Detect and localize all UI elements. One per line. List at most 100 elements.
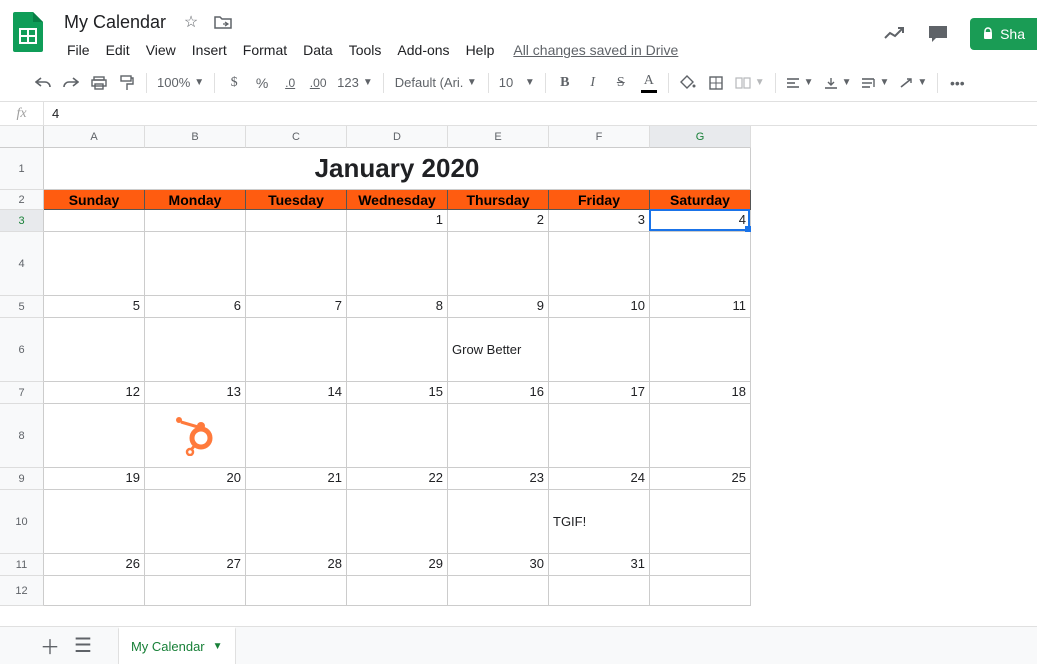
day-header-thursday[interactable]: Thursday xyxy=(448,190,549,210)
date-cell[interactable]: 31 xyxy=(549,554,650,576)
row-header-7[interactable]: 7 xyxy=(0,382,44,404)
date-cell[interactable]: 17 xyxy=(549,382,650,404)
bold-button[interactable]: B xyxy=(552,70,578,96)
content-cell[interactable] xyxy=(145,318,246,382)
menu-view[interactable]: View xyxy=(139,38,183,62)
borders-button[interactable] xyxy=(703,70,729,96)
calendar-title-cell[interactable]: January 2020 xyxy=(44,148,751,190)
content-cell[interactable] xyxy=(145,576,246,606)
date-cell[interactable]: 9 xyxy=(448,296,549,318)
col-header-C[interactable]: C xyxy=(246,126,347,148)
date-cell[interactable]: 23 xyxy=(448,468,549,490)
halign-dropdown[interactable]: ▼ xyxy=(782,70,818,96)
date-cell[interactable]: 18 xyxy=(650,382,751,404)
menu-tools[interactable]: Tools xyxy=(342,38,389,62)
menu-edit[interactable]: Edit xyxy=(99,38,137,62)
date-cell[interactable]: 10 xyxy=(549,296,650,318)
row-header-5[interactable]: 5 xyxy=(0,296,44,318)
date-cell[interactable]: 13 xyxy=(145,382,246,404)
currency-button[interactable]: $ xyxy=(221,70,247,96)
content-cell[interactable] xyxy=(650,318,751,382)
row-header-9[interactable]: 9 xyxy=(0,468,44,490)
date-cell[interactable]: 2 xyxy=(448,210,549,232)
content-cell[interactable] xyxy=(650,404,751,468)
font-size-dropdown[interactable]: 10▼ xyxy=(495,70,539,96)
content-cell[interactable] xyxy=(246,404,347,468)
row-header-1[interactable]: 1 xyxy=(0,148,44,190)
date-cell[interactable]: 1 xyxy=(347,210,448,232)
content-cell[interactable] xyxy=(650,490,751,554)
content-cell[interactable]: TGIF! xyxy=(549,490,650,554)
col-header-A[interactable]: A xyxy=(44,126,145,148)
fx-icon[interactable]: fx xyxy=(0,102,44,125)
col-header-G[interactable]: G xyxy=(650,126,751,148)
sheet-tab[interactable]: My Calendar ▼ xyxy=(118,627,236,664)
col-header-D[interactable]: D xyxy=(347,126,448,148)
more-button[interactable]: ••• xyxy=(944,70,970,96)
star-icon[interactable]: ☆ xyxy=(180,11,202,33)
menu-help[interactable]: Help xyxy=(459,38,502,62)
date-cell[interactable]: 6 xyxy=(145,296,246,318)
activity-icon[interactable] xyxy=(882,22,906,46)
strike-button[interactable]: S xyxy=(608,70,634,96)
number-format-dropdown[interactable]: 123▼ xyxy=(333,70,377,96)
print-button[interactable] xyxy=(86,70,112,96)
content-cell[interactable] xyxy=(549,404,650,468)
row-header-4[interactable]: 4 xyxy=(0,232,44,296)
menu-data[interactable]: Data xyxy=(296,38,340,62)
increase-decimal-button[interactable]: .00 xyxy=(305,70,331,96)
date-cell[interactable]: 27 xyxy=(145,554,246,576)
redo-button[interactable] xyxy=(58,70,84,96)
formula-input[interactable]: 4 xyxy=(44,106,59,121)
text-color-button[interactable]: A xyxy=(636,70,662,96)
date-cell[interactable] xyxy=(145,210,246,232)
date-cell[interactable]: 26 xyxy=(44,554,145,576)
date-cell[interactable]: 20 xyxy=(145,468,246,490)
content-cell[interactable] xyxy=(549,232,650,296)
row-header-12[interactable]: 12 xyxy=(0,576,44,606)
content-cell[interactable] xyxy=(145,490,246,554)
col-header-E[interactable]: E xyxy=(448,126,549,148)
percent-button[interactable]: % xyxy=(249,70,275,96)
undo-button[interactable] xyxy=(30,70,56,96)
content-cell[interactable] xyxy=(448,232,549,296)
day-header-wednesday[interactable]: Wednesday xyxy=(347,190,448,210)
day-header-monday[interactable]: Monday xyxy=(145,190,246,210)
fill-color-button[interactable] xyxy=(675,70,701,96)
paint-format-button[interactable] xyxy=(114,70,140,96)
content-cell[interactable] xyxy=(347,404,448,468)
row-header-2[interactable]: 2 xyxy=(0,190,44,210)
select-all-corner[interactable] xyxy=(0,126,44,148)
rotate-dropdown[interactable]: ▼ xyxy=(895,70,931,96)
date-cell[interactable]: 28 xyxy=(246,554,347,576)
content-cell[interactable] xyxy=(246,232,347,296)
content-cell[interactable] xyxy=(246,576,347,606)
date-cell[interactable]: 19 xyxy=(44,468,145,490)
day-header-friday[interactable]: Friday xyxy=(549,190,650,210)
content-cell[interactable] xyxy=(549,318,650,382)
add-sheet-button[interactable]: ＋ xyxy=(40,631,60,660)
date-cell[interactable] xyxy=(650,554,751,576)
content-cell[interactable] xyxy=(145,232,246,296)
doc-title[interactable]: My Calendar xyxy=(60,10,170,35)
zoom-dropdown[interactable]: 100%▼ xyxy=(153,70,208,96)
date-cell[interactable]: 8 xyxy=(347,296,448,318)
day-header-saturday[interactable]: Saturday xyxy=(650,190,751,210)
content-cell[interactable] xyxy=(448,490,549,554)
content-cell[interactable] xyxy=(650,232,751,296)
sheet-tab-menu-icon[interactable]: ▼ xyxy=(213,641,223,652)
content-cell[interactable]: Grow Better xyxy=(448,318,549,382)
move-folder-icon[interactable] xyxy=(212,11,234,33)
date-cell[interactable]: 4 xyxy=(650,210,751,232)
date-cell[interactable]: 5 xyxy=(44,296,145,318)
content-cell[interactable] xyxy=(44,318,145,382)
day-header-tuesday[interactable]: Tuesday xyxy=(246,190,347,210)
content-cell[interactable] xyxy=(246,490,347,554)
date-cell[interactable]: 24 xyxy=(549,468,650,490)
date-cell[interactable]: 15 xyxy=(347,382,448,404)
valign-dropdown[interactable]: ▼ xyxy=(820,70,856,96)
date-cell[interactable]: 16 xyxy=(448,382,549,404)
date-cell[interactable]: 22 xyxy=(347,468,448,490)
col-header-F[interactable]: F xyxy=(549,126,650,148)
content-cell[interactable] xyxy=(347,490,448,554)
